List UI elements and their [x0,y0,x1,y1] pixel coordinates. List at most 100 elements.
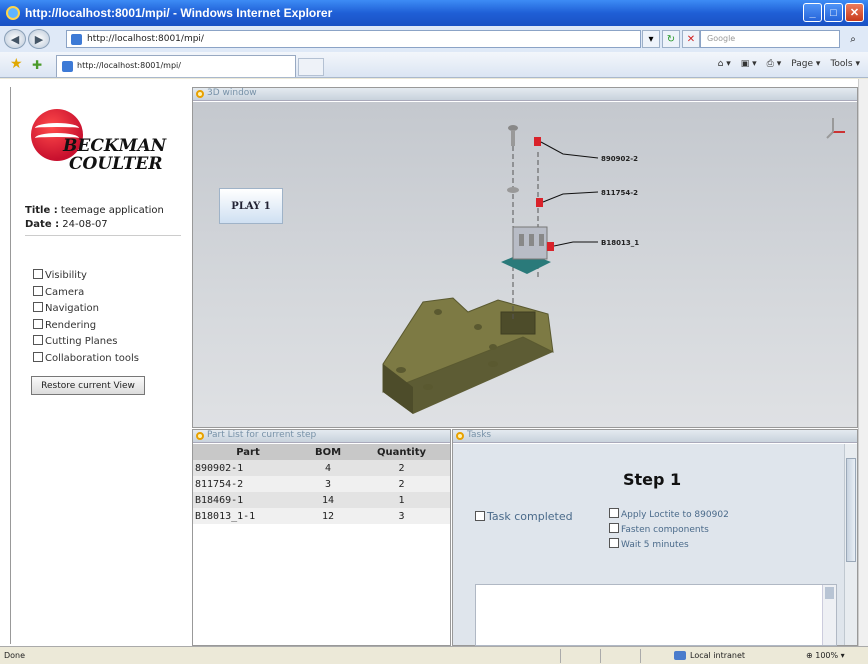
washer-part[interactable] [507,187,519,193]
refresh-button[interactable]: ↻ [662,30,680,48]
add-favorites-icon[interactable]: ✚ [32,58,42,72]
notes-scrollbar[interactable] [822,585,836,645]
panel-status-icon [456,432,464,440]
connector-part[interactable] [501,226,551,274]
checkbox[interactable] [33,269,43,279]
task-completed-label: Task completed [487,510,573,523]
scroll-thumb[interactable] [846,458,856,562]
date-value: 24-08-07 [62,219,108,230]
checkbox[interactable] [609,508,619,518]
subtask-item[interactable]: Fasten components [609,523,729,538]
company-logo-text: BECKMAN COULTER [63,137,166,173]
browser-tab[interactable]: http://localhost:8001/mpi/ [56,55,296,77]
task-completed-option[interactable]: Task completed [475,510,573,523]
marker-811754[interactable] [536,198,543,207]
marker-890902[interactable] [534,137,541,146]
bom-cell: 12 [303,508,353,524]
window-title: http://localhost:8001/mpi/ - Windows Int… [25,6,333,20]
favorites-star-icon[interactable]: ★ [10,56,23,72]
column-header[interactable]: BOM [303,444,353,460]
subtask-label: Apply Loctite to 890902 [621,510,729,520]
option-collaboration-tools[interactable]: Collaboration tools [33,351,139,368]
divider [640,649,641,663]
screw-part[interactable] [508,125,518,146]
logo-line-2: COULTER [69,154,163,174]
title-label: Title : [25,205,58,216]
logo-line-1: BECKMAN [63,136,167,156]
option-navigation[interactable]: Navigation [33,301,139,318]
3d-window-panel: 3D window 890902-2 811754-2 B18013_1 PLA… [192,87,858,428]
tab-toolbar: ★ ✚ http://localhost:8001/mpi/ ⌂ ▾ ▣ ▾ ⎙… [0,52,868,78]
table-row[interactable]: B18013_1-1 12 3 [193,508,450,524]
page-scrollbar[interactable] [858,79,868,646]
bom-cell: 3 [303,476,353,492]
table-row[interactable]: 890902-1 4 2 [193,460,450,476]
print-icon[interactable]: ⎙ ▾ [767,59,782,69]
scroll-thumb[interactable] [825,587,834,599]
callout-label: B18013_1 [601,239,639,247]
column-header[interactable]: Quantity [353,444,450,460]
subtask-item[interactable]: Wait 5 minutes [609,538,729,553]
tasks-scrollbar[interactable] [844,444,857,645]
options-list: Visibility Camera Navigation Rendering C… [33,268,139,367]
divider [600,649,601,663]
base-plate[interactable] [382,297,554,414]
checkbox[interactable] [33,285,43,296]
search-input[interactable]: Google [700,30,840,48]
back-button[interactable]: ◀ [4,29,26,49]
address-dropdown-button[interactable]: ▾ [642,30,660,48]
close-button[interactable]: ✕ [845,3,864,22]
checkbox[interactable] [33,302,43,312]
checkbox[interactable] [609,538,619,548]
subtask-item[interactable]: Apply Loctite to 890902 [609,508,729,523]
part-list-title: Part List for current step [207,430,317,440]
date-label: Date : [25,219,60,230]
tab-title: http://localhost:8001/mpi/ [77,61,181,70]
maximize-button[interactable]: □ [824,3,843,22]
checkbox[interactable] [33,318,43,329]
tools-menu[interactable]: Tools ▾ [830,59,860,69]
forward-button[interactable]: ▶ [28,29,50,49]
quantity-cell: 2 [353,460,450,476]
part-list-panel: Part List for current step Part BOM Quan… [192,429,451,646]
axis-triad-icon[interactable] [826,118,845,139]
stop-button[interactable]: ✕ [682,30,700,48]
new-tab-button[interactable] [298,58,324,76]
home-icon[interactable]: ⌂ ▾ [718,59,731,69]
tasks-title: Tasks [467,430,492,440]
option-label: Visibility [45,270,87,281]
quantity-cell: 2 [353,476,450,492]
part-cell: 811754-2 [193,476,303,492]
zoom-level: 100% [815,651,839,660]
quantity-cell: 1 [353,492,450,508]
tab-favicon-icon [62,61,73,72]
option-rendering[interactable]: Rendering [33,318,139,335]
option-camera[interactable]: Camera [33,285,139,302]
table-row[interactable]: B18469-1 14 1 [193,492,450,508]
page-menu-label: Page [791,59,814,69]
search-icon[interactable]: ⌕ [842,30,864,48]
notes-textarea[interactable] [475,584,837,646]
option-visibility[interactable]: Visibility [33,268,139,285]
part-list-header: Part List for current step [193,430,450,443]
option-cutting-planes[interactable]: Cutting Planes [33,334,139,351]
subtask-label: Fasten components [621,525,709,535]
restore-view-button[interactable]: Restore current View [31,376,145,395]
task-completed-checkbox[interactable] [475,511,485,521]
address-bar[interactable]: http://localhost:8001/mpi/ [66,30,641,48]
marker-b18013[interactable] [547,242,554,251]
table-row[interactable]: 811754-2 3 2 [193,476,450,492]
feeds-icon[interactable]: ▣ ▾ [741,59,757,69]
checkbox[interactable] [33,335,43,345]
checkbox[interactable] [33,351,43,362]
option-label: Camera [45,286,85,298]
column-header[interactable]: Part [193,444,303,460]
checkbox[interactable] [609,523,619,533]
window-titlebar[interactable]: http://localhost:8001/mpi/ - Windows Int… [0,0,868,26]
minimize-button[interactable]: _ [803,3,822,22]
zoom-control[interactable]: ⊕ 100% ▾ [806,651,845,660]
play-button[interactable]: PLAY 1 [219,188,283,224]
page-menu[interactable]: Page ▾ [791,59,820,69]
3d-viewport[interactable]: 890902-2 811754-2 B18013_1 PLAY 1 [193,102,857,427]
tools-menu-label: Tools [830,59,853,69]
